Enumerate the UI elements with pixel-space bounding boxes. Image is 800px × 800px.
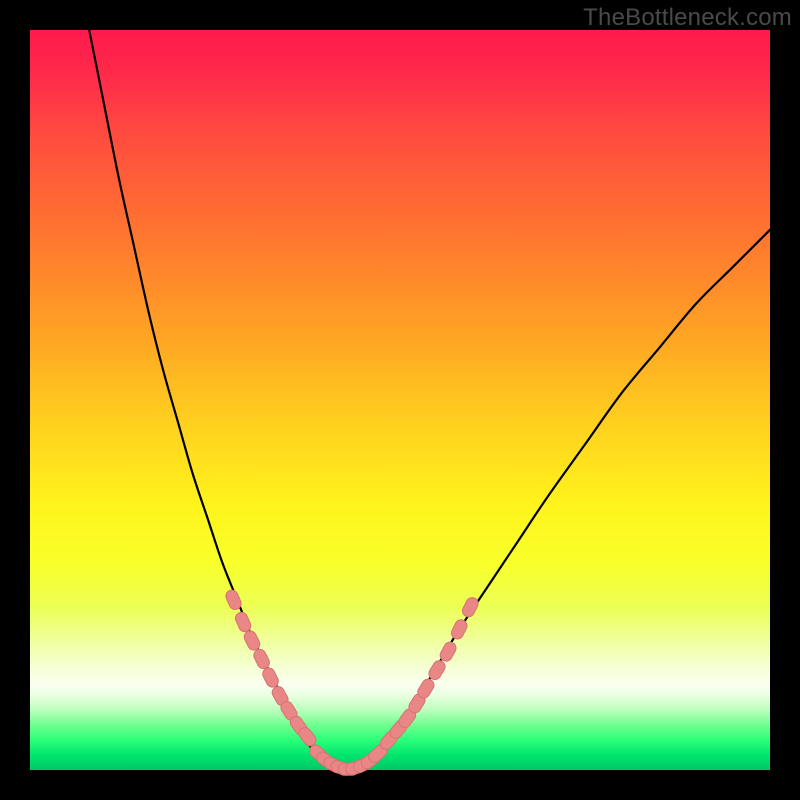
chart-svg xyxy=(30,30,770,770)
curve-marker xyxy=(460,596,480,619)
marker-layer xyxy=(224,588,480,776)
bottleneck-curve xyxy=(89,30,770,770)
curve-marker xyxy=(449,618,469,641)
curve-marker xyxy=(252,647,272,670)
chart-frame xyxy=(30,30,770,770)
watermark-text: TheBottleneck.com xyxy=(583,4,792,32)
curve-layer xyxy=(89,30,770,770)
